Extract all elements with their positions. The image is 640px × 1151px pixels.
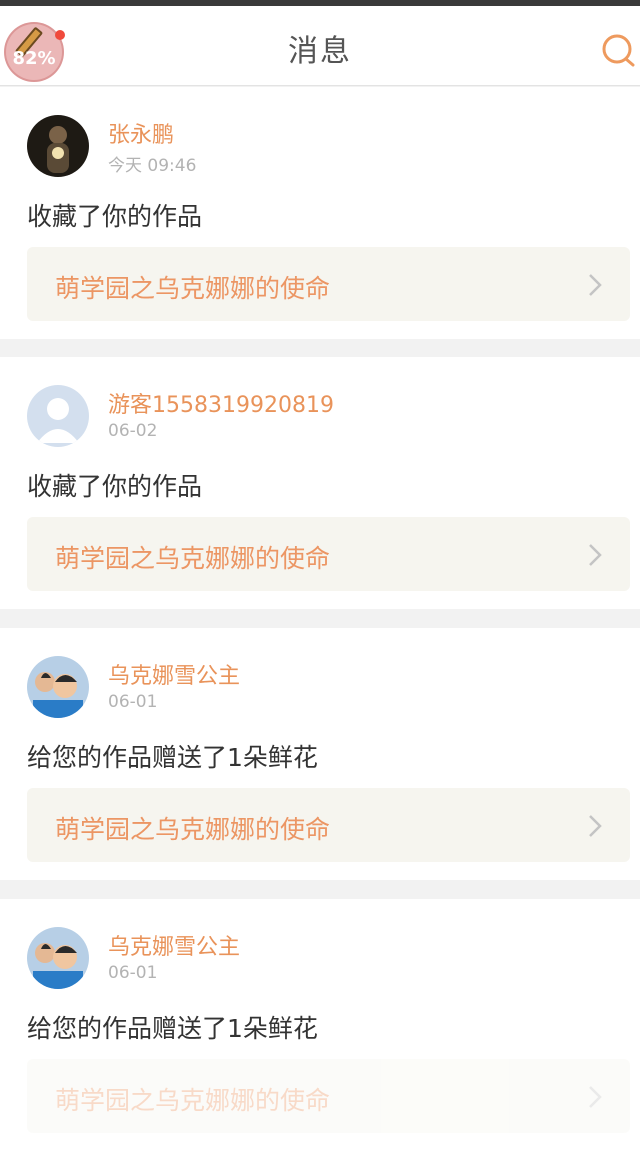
work-link[interactable]: 萌学园之乌克娜娜的使命: [27, 517, 630, 591]
work-title: 萌学园之乌克娜娜的使命: [55, 1086, 331, 1115]
notification-dot: [55, 30, 65, 40]
photo-avatar-two-girls: [27, 927, 89, 989]
chevron-right-icon: [589, 815, 602, 837]
timestamp: 今天 09:46: [108, 156, 197, 176]
avatar[interactable]: [27, 115, 89, 177]
username[interactable]: 张永鹏: [108, 117, 174, 149]
action-text: 给您的作品赠送了1朵鲜花: [27, 1014, 318, 1043]
search-icon: [602, 34, 635, 67]
action-text: 收藏了你的作品: [27, 202, 203, 231]
username[interactable]: 乌克娜雪公主: [108, 929, 240, 961]
chevron-right-icon: [589, 274, 602, 296]
work-link[interactable]: 萌学园之乌克娜娜的使命: [27, 788, 630, 862]
timestamp: 06-01: [108, 963, 158, 983]
search-button[interactable]: [600, 32, 638, 72]
avatar[interactable]: [27, 656, 89, 718]
chevron-right-icon: [589, 1086, 602, 1108]
work-title: 萌学园之乌克娜娜的使命: [55, 815, 331, 844]
page-title: 消息: [288, 34, 352, 69]
work-title: 萌学园之乌克娜娜的使命: [55, 544, 331, 573]
message-card: 乌克娜雪公主 06-01 给您的作品赠送了1朵鲜花 萌学园之乌克娜娜的使命: [0, 899, 640, 1151]
work-link[interactable]: 萌学园之乌克娜娜的使命: [27, 247, 630, 321]
work-link[interactable]: 萌学园之乌克娜娜的使命: [27, 1059, 630, 1133]
action-text: 给您的作品赠送了1朵鲜花: [27, 743, 318, 772]
message-card: 张永鹏 今天 09:46 收藏了你的作品 萌学园之乌克娜娜的使命: [0, 87, 640, 339]
photo-avatar-two-girls: [27, 656, 89, 718]
photo-avatar-dark: [27, 115, 89, 177]
avatar[interactable]: [27, 927, 89, 989]
message-card: 乌克娜雪公主 06-01 给您的作品赠送了1朵鲜花 萌学园之乌克娜娜的使命: [0, 628, 640, 880]
username[interactable]: 游客1558319920819: [108, 387, 334, 419]
username[interactable]: 乌克娜雪公主: [108, 658, 240, 690]
widget-percentage: 82%: [12, 48, 56, 69]
message-card: 游客1558319920819 06-02 收藏了你的作品 萌学园之乌克娜娜的使…: [0, 357, 640, 609]
default-user-avatar: [27, 385, 89, 447]
action-text: 收藏了你的作品: [27, 472, 203, 501]
chevron-right-icon: [589, 544, 602, 566]
app-header: 消息: [0, 6, 640, 86]
work-title: 萌学园之乌克娜娜的使命: [55, 274, 331, 303]
timestamp: 06-02: [108, 421, 158, 441]
avatar[interactable]: [27, 385, 89, 447]
timestamp: 06-01: [108, 692, 158, 712]
